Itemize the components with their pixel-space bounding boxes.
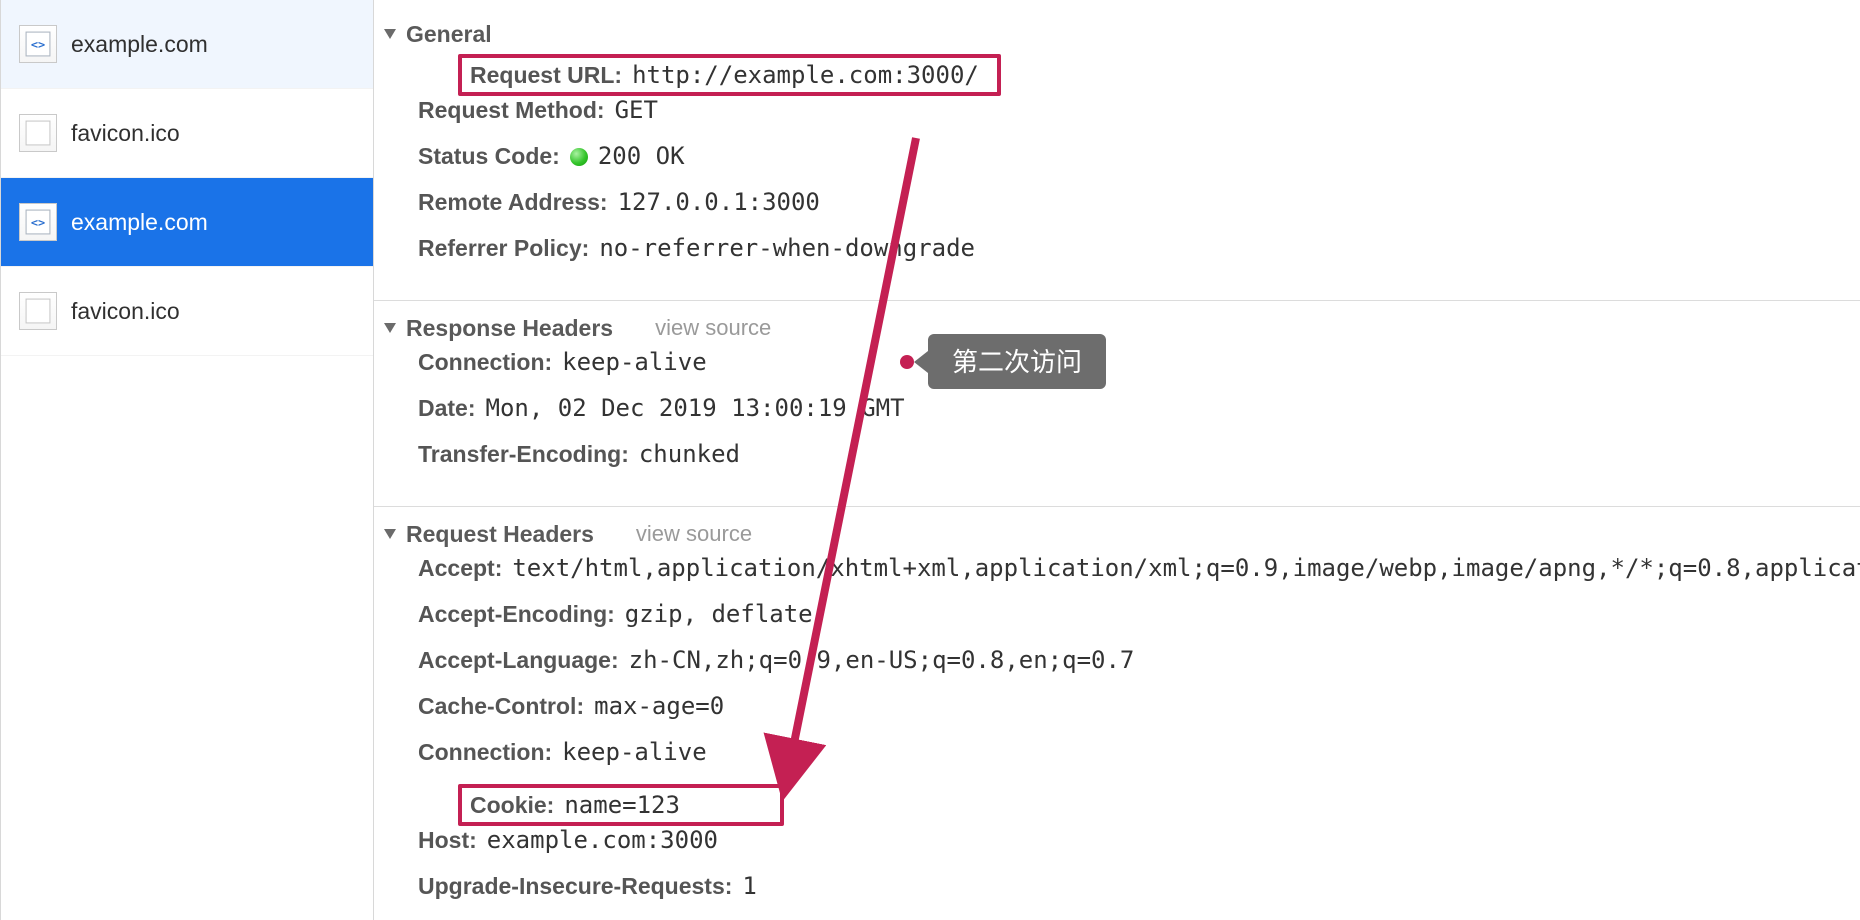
section-title: Request Headers: [406, 521, 594, 548]
disclosure-triangle-icon: [384, 29, 396, 39]
kv-val-accept-encoding: gzip, deflate: [625, 600, 813, 628]
kv-val-status-code: 200 OK: [570, 142, 685, 170]
kv-key-connection: Connection:: [418, 349, 552, 376]
kv-key-cookie: Cookie:: [470, 792, 554, 819]
kv-val-request-method: GET: [615, 96, 658, 124]
request-row-label: example.com: [71, 209, 208, 236]
section-header-request[interactable]: Request Headers view source: [374, 514, 1860, 554]
kv-key-request-url: Request URL:: [470, 62, 622, 89]
html-icon: <>: [19, 25, 57, 63]
section-general: General Request URL: http://example.com:…: [374, 0, 1860, 300]
kv-key-host: Host:: [418, 827, 477, 854]
request-row-label: favicon.ico: [71, 120, 180, 147]
devtools-network-panel: <> example.com favicon.ico <> example.co…: [0, 0, 1860, 920]
section-header-general[interactable]: General: [374, 14, 1860, 54]
kv-val-cache-control: max-age=0: [594, 692, 724, 720]
requests-sidebar: <> example.com favicon.ico <> example.co…: [0, 0, 374, 920]
kv-key-cache-control: Cache-Control:: [418, 693, 584, 720]
request-headers-list: Accept: text/html,application/xhtml+xml,…: [374, 554, 1860, 920]
section-request-headers: Request Headers view source Accept: text…: [374, 506, 1860, 920]
kv-val-cookie: name=123: [564, 791, 680, 819]
kv-key-accept-language: Accept-Language:: [418, 647, 619, 674]
kv-val-accept-language: zh-CN,zh;q=0.9,en-US;q=0.8,en;q=0.7: [629, 646, 1135, 674]
kv-key-referrer-policy: Referrer Policy:: [418, 235, 589, 262]
svg-text:<>: <>: [31, 215, 45, 229]
view-source-link[interactable]: view source: [655, 315, 771, 341]
kv-key-accept-encoding: Accept-Encoding:: [418, 601, 615, 628]
kv-key-status-code: Status Code:: [418, 143, 560, 170]
disclosure-triangle-icon: [384, 323, 396, 333]
kv-key-upgrade-insecure: Upgrade-Insecure-Requests:: [418, 873, 732, 900]
kv-val-transfer-encoding: chunked: [639, 440, 740, 468]
kv-val-accept: text/html,application/xhtml+xml,applicat…: [512, 554, 1860, 582]
request-row-label: example.com: [71, 31, 208, 58]
view-source-link[interactable]: view source: [636, 521, 752, 547]
kv-key-transfer-encoding: Transfer-Encoding:: [418, 441, 629, 468]
status-dot-icon: [570, 148, 588, 166]
kv-val-date: Mon, 02 Dec 2019 13:00:19 GMT: [486, 394, 905, 422]
highlight-cookie: Cookie: name=123: [458, 784, 784, 826]
kv-val-connection: keep-alive: [562, 738, 707, 766]
request-row-1[interactable]: favicon.ico: [1, 89, 373, 178]
kv-val-host: example.com:3000: [487, 826, 718, 854]
annotation-text: 第二次访问: [928, 334, 1106, 389]
kv-val-upgrade-insecure: 1: [742, 872, 756, 900]
kv-key-date: Date:: [418, 395, 476, 422]
file-icon: [19, 114, 57, 152]
highlight-request-url: Request URL: http://example.com:3000/: [458, 54, 1001, 96]
section-header-response[interactable]: Response Headers view source: [374, 308, 1860, 348]
general-list: Request URL: http://example.com:3000/ Re…: [374, 54, 1860, 280]
kv-key-remote-address: Remote Address:: [418, 189, 608, 216]
disclosure-triangle-icon: [384, 529, 396, 539]
file-icon: [19, 292, 57, 330]
kv-val-referrer-policy: no-referrer-when-downgrade: [599, 234, 975, 262]
request-row-2[interactable]: <> example.com: [1, 178, 373, 267]
kv-val-connection: keep-alive: [562, 348, 707, 376]
kv-key-connection: Connection:: [418, 739, 552, 766]
request-row-3[interactable]: favicon.ico: [1, 267, 373, 356]
kv-val-request-url: http://example.com:3000/: [632, 61, 979, 89]
kv-key-request-method: Request Method:: [418, 97, 605, 124]
annotation-dot-icon: [900, 355, 914, 369]
kv-val-remote-address: 127.0.0.1:3000: [618, 188, 820, 216]
headers-panel: General Request URL: http://example.com:…: [374, 0, 1860, 920]
request-row-label: favicon.ico: [71, 298, 180, 325]
annotation-callout: 第二次访问: [900, 334, 1106, 389]
request-row-0[interactable]: <> example.com: [1, 0, 373, 89]
svg-text:<>: <>: [31, 37, 45, 51]
kv-key-accept: Accept:: [418, 555, 502, 582]
section-response-headers: Response Headers view source Connection:…: [374, 300, 1860, 506]
status-code-text: 200 OK: [598, 142, 685, 170]
section-title: General: [406, 21, 492, 48]
response-headers-list: Connection: keep-alive Date: Mon, 02 Dec…: [374, 348, 1860, 486]
html-icon: <>: [19, 203, 57, 241]
section-title: Response Headers: [406, 315, 613, 342]
